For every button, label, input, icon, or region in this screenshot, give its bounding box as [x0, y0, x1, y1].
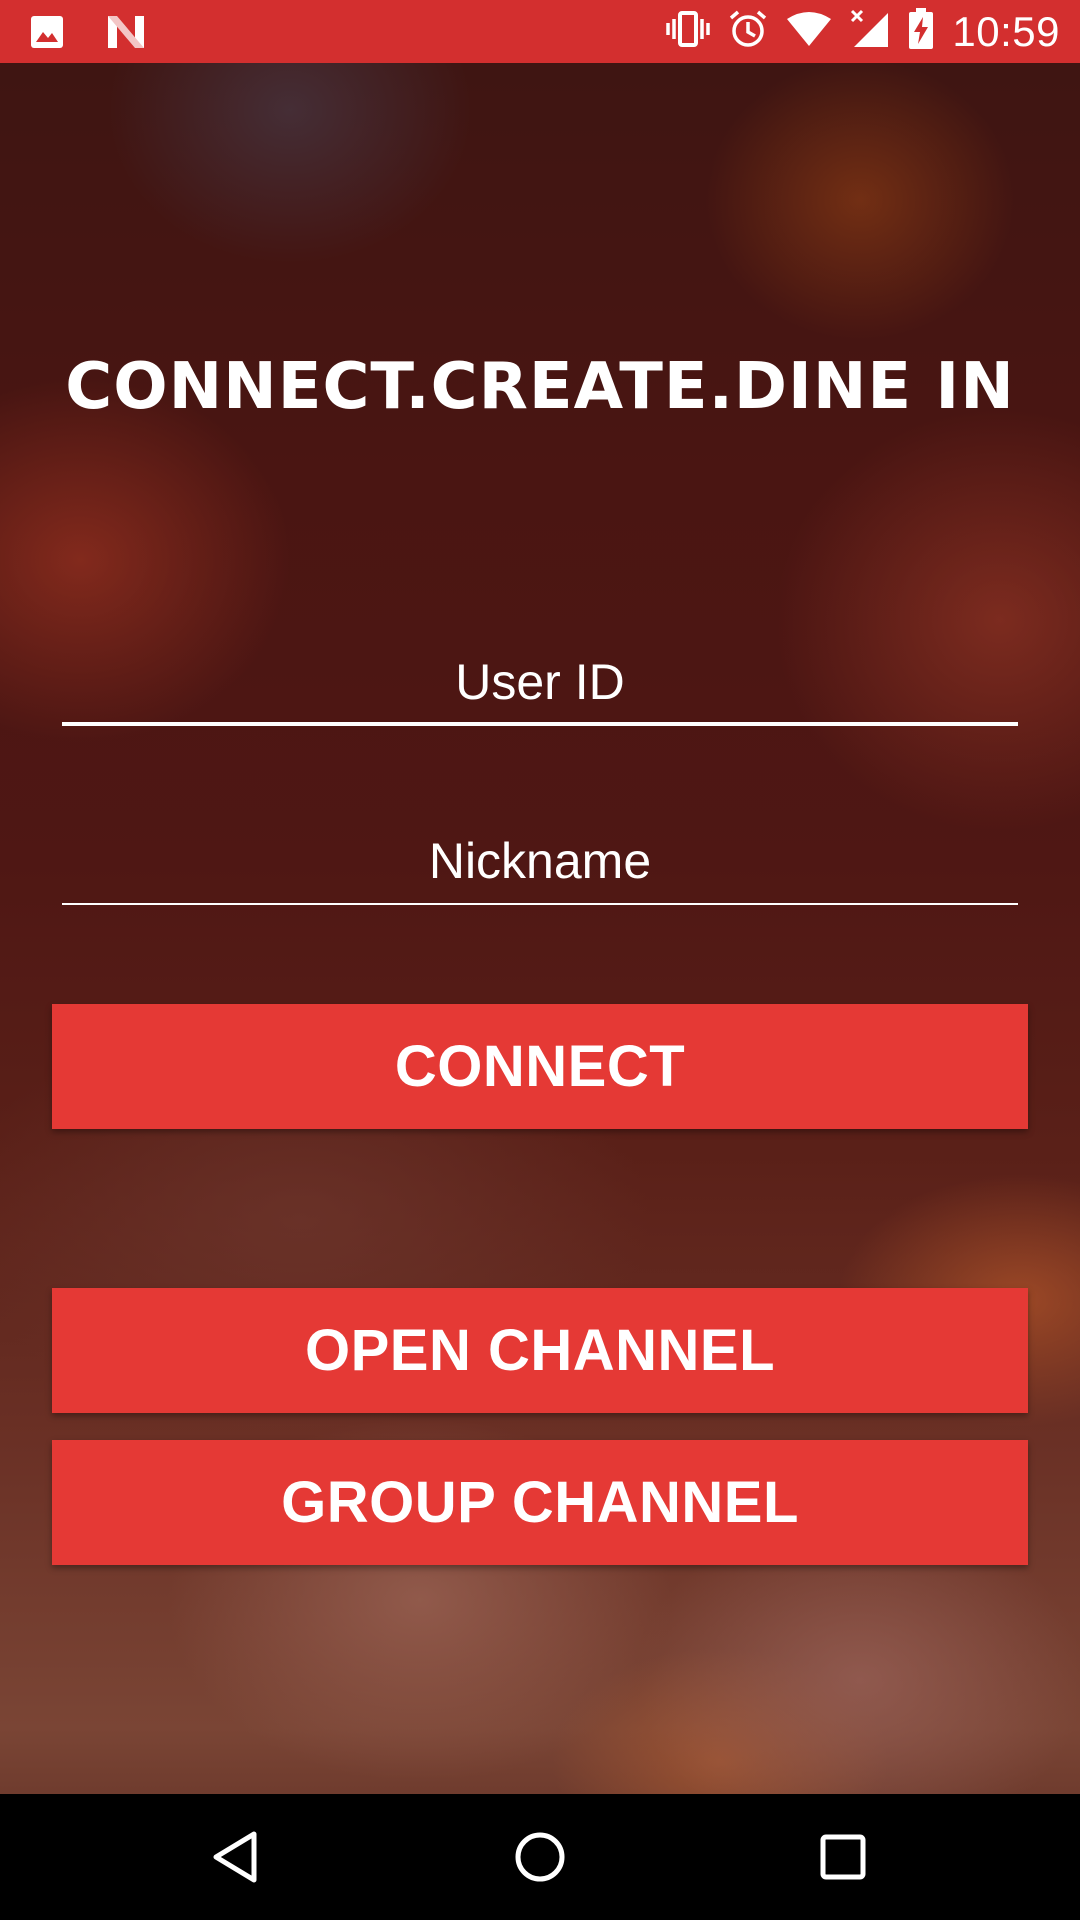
- login-screen: 10:59 CONNECT.CREATE.DINE IN CONNECT OPE…: [0, 0, 1080, 1920]
- status-bar: 10:59: [0, 0, 1080, 63]
- user-id-field: [62, 647, 1018, 726]
- user-id-input[interactable]: [62, 647, 1018, 717]
- cell-signal-icon: [850, 9, 890, 54]
- nickname-input[interactable]: [62, 826, 1018, 896]
- alarm-icon: [728, 9, 768, 54]
- app-tagline-title: CONNECT.CREATE.DINE IN: [65, 350, 1015, 424]
- nickname-field: [62, 826, 1018, 905]
- open-channel-button[interactable]: OPEN CHANNEL: [52, 1288, 1028, 1413]
- n-app-icon: [106, 14, 146, 55]
- home-button[interactable]: [470, 1794, 610, 1920]
- user-id-underline: [62, 722, 1018, 726]
- back-triangle-icon: [213, 1831, 257, 1883]
- blurred-background: [0, 0, 1080, 1920]
- back-button[interactable]: [166, 1794, 306, 1920]
- status-time: 10:59: [952, 7, 1060, 55]
- recent-square-icon: [820, 1834, 866, 1880]
- connect-button[interactable]: CONNECT: [52, 1004, 1028, 1129]
- wifi-icon: [786, 11, 832, 52]
- vibrate-icon: [666, 9, 711, 54]
- status-notifications: [30, 14, 146, 55]
- status-system-icons: 10:59: [666, 0, 1060, 63]
- group-channel-button[interactable]: GROUP CHANNEL: [52, 1440, 1028, 1565]
- navigation-bar: [0, 1794, 1080, 1920]
- recent-apps-button[interactable]: [773, 1794, 913, 1920]
- battery-charging-icon: [908, 8, 934, 55]
- nickname-underline: [62, 903, 1018, 905]
- image-icon: [30, 15, 64, 54]
- home-circle-icon: [515, 1832, 565, 1882]
